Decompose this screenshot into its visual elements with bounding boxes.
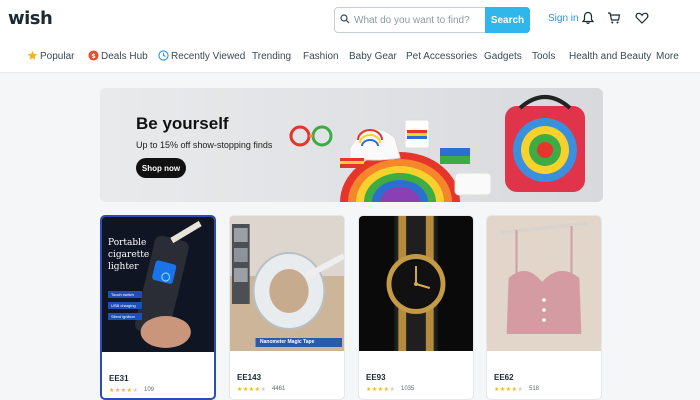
product-price: EE143 <box>237 373 262 382</box>
review-count: 1035 <box>401 386 415 392</box>
image-caption: lighter <box>108 262 139 272</box>
review-count: 4461 <box>272 386 286 392</box>
cart-icon[interactable] <box>607 11 621 25</box>
deals-icon: $ <box>88 50 99 61</box>
image-caption: cigarette <box>108 250 150 260</box>
review-count: 109 <box>144 387 155 393</box>
nav-tools[interactable]: Tools <box>532 51 555 62</box>
search-button[interactable]: Search <box>485 7 530 33</box>
product-card[interactable]: EE62 ★★★★★ 518 <box>486 215 602 400</box>
search-icon <box>340 14 350 24</box>
rating-stars: ★★★★★ <box>109 388 139 394</box>
product-price: EE31 <box>109 374 129 383</box>
product-card[interactable]: Portable cigarette lighter Touch switch … <box>100 215 216 400</box>
banner-product-collage <box>289 95 585 202</box>
nav-gadgets[interactable]: Gadgets <box>484 51 522 62</box>
rating-stars: ★★★★★ <box>237 387 267 393</box>
product-price: EE62 <box>494 373 514 382</box>
product-card[interactable]: EE93 ★★★★★ 1035 <box>358 215 474 400</box>
tape-product-image <box>230 216 344 351</box>
svg-text:$: $ <box>91 52 96 60</box>
wish-logo[interactable]: wish <box>8 8 53 29</box>
product-price: EE93 <box>366 373 386 382</box>
image-caption: Nanometer Magic Tape <box>260 339 315 345</box>
search-input[interactable] <box>354 8 482 32</box>
bell-icon[interactable] <box>581 11 595 25</box>
nav-recently-viewed[interactable]: Recently Viewed <box>171 51 245 62</box>
signin-link[interactable]: Sign in <box>548 13 579 24</box>
nav-trending[interactable]: Trending <box>252 51 291 62</box>
rating-stars: ★★★★★ <box>494 387 524 393</box>
nav-deals-hub[interactable]: Deals Hub <box>101 51 148 62</box>
rating-stars: ★★★★★ <box>366 387 396 393</box>
feature-tag: Silent ignition <box>108 313 142 320</box>
tie-dye-bag-image <box>505 95 585 192</box>
bra-top-product-image <box>487 216 601 351</box>
top-header: wish Search Sign in <box>0 0 700 40</box>
watch-product-image <box>359 216 473 351</box>
banner-title: Be yourself <box>136 114 229 133</box>
nav-health-beauty[interactable]: Health and Beauty <box>569 51 651 62</box>
nav-popular[interactable]: Popular <box>40 51 74 62</box>
nav-more[interactable]: More <box>656 51 679 62</box>
image-caption: Portable <box>108 238 147 248</box>
clock-icon <box>158 50 169 61</box>
review-count: 518 <box>529 386 540 392</box>
product-card[interactable]: Nanometer Magic Tape EE143 ★★★★★ 4461 <box>229 215 345 400</box>
nav-baby-gear[interactable]: Baby Gear <box>349 51 397 62</box>
star-icon <box>27 50 38 60</box>
feature-tag: Touch switch <box>108 291 142 298</box>
sunglasses-image <box>289 125 333 147</box>
nav-fashion[interactable]: Fashion <box>303 51 339 62</box>
feature-tag: USB charging <box>108 302 142 309</box>
nav-pet-accessories[interactable]: Pet Accessories <box>406 51 477 62</box>
promo-banner[interactable]: Be yourself Up to 15% off show-stopping … <box>100 88 603 202</box>
heart-icon[interactable] <box>635 11 649 25</box>
shop-now-button[interactable]: Shop now <box>136 158 186 178</box>
